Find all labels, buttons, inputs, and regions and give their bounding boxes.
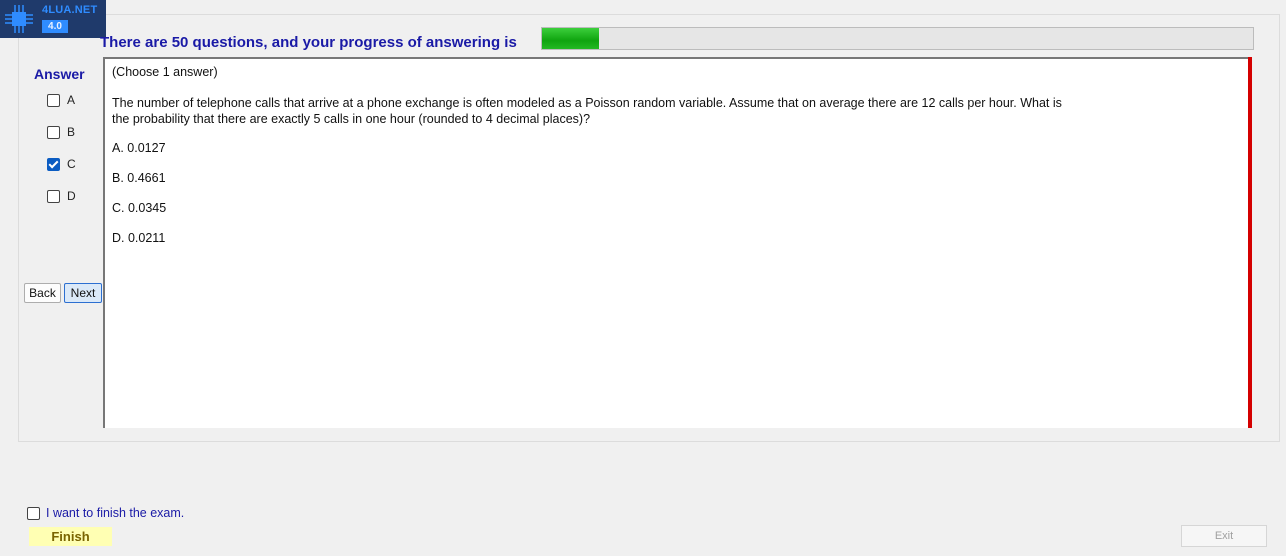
- chip-icon: [5, 5, 33, 33]
- progress-fill: [542, 28, 599, 49]
- next-button[interactable]: Next: [64, 283, 102, 303]
- answer-option-label: A: [67, 93, 76, 107]
- answer-option-b[interactable]: B: [47, 124, 75, 140]
- logo-text: 4LUA.NET: [42, 4, 98, 16]
- checkbox-icon[interactable]: [47, 125, 60, 139]
- finish-confirm-label: I want to finish the exam.: [46, 506, 185, 520]
- finish-confirm[interactable]: I want to finish the exam.: [27, 506, 184, 520]
- back-button[interactable]: Back: [24, 283, 61, 303]
- progress-bar: [541, 27, 1254, 50]
- site-logo: 4LUA.NET 4.0: [0, 0, 106, 38]
- choice-b: B. 0.4661: [112, 171, 166, 185]
- checkbox-icon[interactable]: [47, 189, 60, 203]
- answer-option-label: B: [67, 125, 76, 139]
- answer-option-d[interactable]: D: [47, 188, 76, 204]
- progress-label: There are 50 questions, and your progres…: [100, 34, 517, 51]
- checkbox-icon[interactable]: [47, 93, 60, 107]
- scroll-marker: [1248, 57, 1252, 428]
- finish-button[interactable]: Finish: [29, 527, 112, 546]
- checkbox-icon[interactable]: [47, 157, 60, 171]
- answer-option-a[interactable]: A: [47, 92, 75, 108]
- answer-option-label: D: [67, 189, 76, 203]
- question-text: The number of telephone calls that arriv…: [112, 96, 1062, 126]
- choice-d: D. 0.0211: [112, 231, 166, 245]
- choice-c: C. 0.0345: [112, 201, 167, 215]
- answer-option-label: C: [67, 157, 76, 171]
- question-instruction: (Choose 1 answer): [112, 65, 218, 79]
- logo-version: 4.0: [42, 20, 68, 33]
- question-panel: (Choose 1 answer) The number of telephon…: [103, 57, 1250, 428]
- answer-option-c[interactable]: C: [47, 156, 76, 172]
- choice-a: A. 0.0127: [112, 141, 166, 155]
- checkbox-icon[interactable]: [27, 506, 40, 520]
- answer-heading: Answer: [34, 66, 85, 82]
- exit-button[interactable]: Exit: [1181, 525, 1267, 547]
